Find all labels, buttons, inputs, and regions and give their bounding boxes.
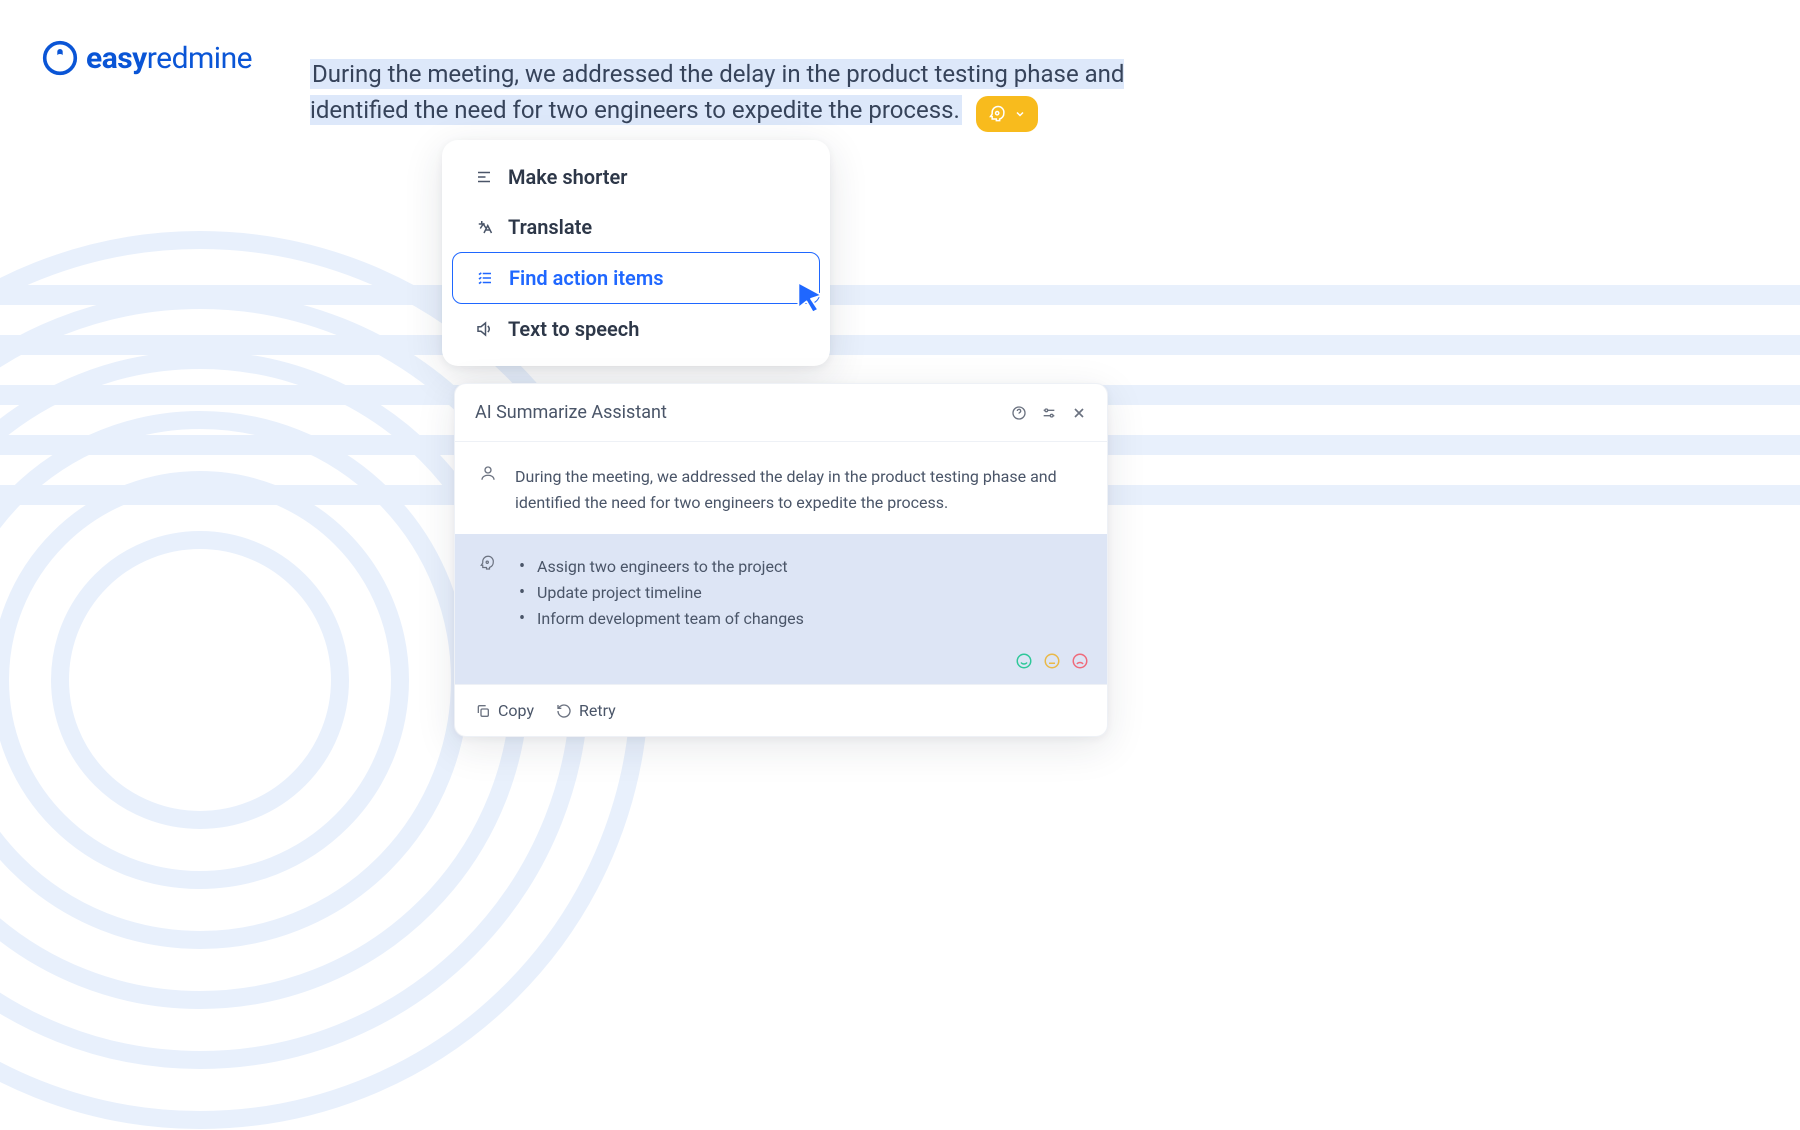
menu-item-label: Find action items xyxy=(509,266,663,290)
menu-translate[interactable]: Translate xyxy=(452,202,820,252)
brand-logo: easyredmine xyxy=(42,40,252,76)
user-icon xyxy=(479,464,499,490)
assistant-user-block: During the meeting, we addressed the del… xyxy=(455,442,1107,534)
ai-head-icon xyxy=(988,104,1008,124)
help-icon[interactable] xyxy=(1011,405,1027,421)
menu-text-to-speech[interactable]: Text to speech xyxy=(452,304,820,354)
feedback-neutral-icon[interactable] xyxy=(1043,652,1061,670)
logo-icon xyxy=(42,40,78,76)
ai-head-icon xyxy=(479,554,499,576)
ai-context-menu: Make shorter Translate Find action items… xyxy=(442,140,830,366)
shorten-icon xyxy=(474,167,494,187)
logo-text: easyredmine xyxy=(86,41,252,76)
menu-item-label: Text to speech xyxy=(508,317,639,341)
speaker-icon xyxy=(474,319,494,339)
ai-action-item: Inform development team of changes xyxy=(519,606,804,632)
assistant-user-text: During the meeting, we addressed the del… xyxy=(515,464,1083,516)
close-icon[interactable] xyxy=(1071,405,1087,421)
menu-find-action-items[interactable]: Find action items xyxy=(452,252,820,304)
ai-trigger-badge[interactable] xyxy=(976,96,1038,132)
assistant-header: AI Summarize Assistant xyxy=(455,384,1107,442)
assistant-ai-block: Assign two engineers to the project Upda… xyxy=(455,534,1107,644)
copy-label: Copy xyxy=(498,701,534,720)
ai-action-list: Assign two engineers to the project Upda… xyxy=(515,554,804,632)
retry-label: Retry xyxy=(579,701,616,720)
ai-action-item: Assign two engineers to the project xyxy=(519,554,804,580)
ai-assistant-panel: AI Summarize Assistant During the meetin… xyxy=(454,383,1108,737)
feedback-sad-icon[interactable] xyxy=(1071,652,1089,670)
menu-item-label: Translate xyxy=(508,215,592,239)
assistant-footer: Copy Retry xyxy=(455,684,1107,736)
assistant-feedback-row xyxy=(455,644,1107,684)
copy-button[interactable]: Copy xyxy=(475,701,534,720)
checklist-icon xyxy=(475,268,495,288)
cursor-pointer-icon xyxy=(793,279,829,315)
menu-item-label: Make shorter xyxy=(508,165,627,189)
menu-make-shorter[interactable]: Make shorter xyxy=(452,152,820,202)
translate-icon xyxy=(474,217,494,237)
settings-icon[interactable] xyxy=(1041,405,1057,421)
ai-action-item: Update project timeline xyxy=(519,580,804,606)
feedback-happy-icon[interactable] xyxy=(1015,652,1033,670)
selected-text-block: During the meeting, we addressed the del… xyxy=(310,56,1140,132)
chevron-down-icon xyxy=(1014,108,1026,120)
assistant-title: AI Summarize Assistant xyxy=(475,402,667,423)
retry-button[interactable]: Retry xyxy=(556,701,616,720)
